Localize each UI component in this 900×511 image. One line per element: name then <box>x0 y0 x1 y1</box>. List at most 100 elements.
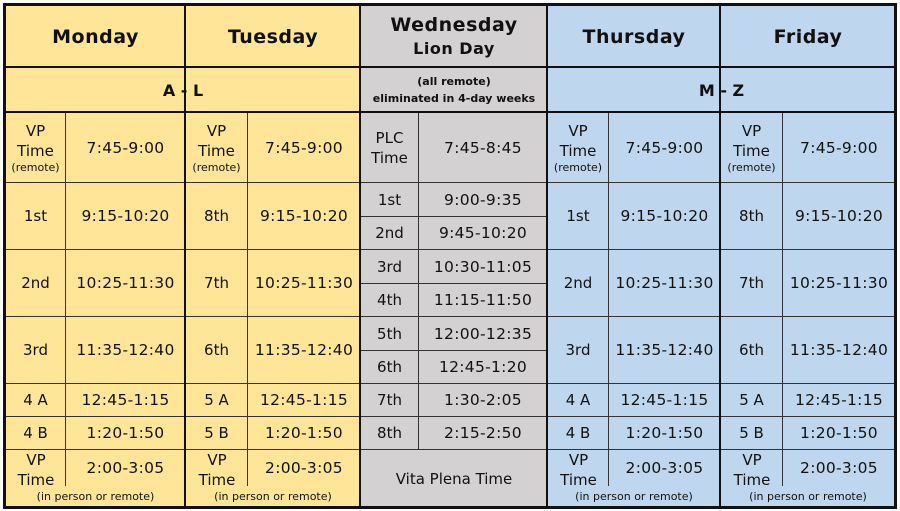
time-cell: 7:45-9:00 <box>247 112 361 183</box>
group-label: A - L <box>162 80 204 100</box>
vp-afternoon-cell: VP Time 2:00-3:05 (in person or remote) <box>5 449 186 509</box>
period-cell: 6th <box>720 316 783 384</box>
period-cell: 5 B <box>720 416 783 450</box>
period-label: 5th <box>377 324 402 343</box>
time-cell: 7:45-9:00 <box>782 112 896 183</box>
time-text: 1:30-2:05 <box>444 391 522 409</box>
period-cell: 5 A <box>720 383 783 417</box>
period-label: 4th <box>377 291 402 309</box>
period-label: 3rd <box>377 257 402 276</box>
period-label: 3rd <box>23 341 48 359</box>
time-text: 12:45-1:15 <box>81 391 170 409</box>
time-text: 9:15-10:20 <box>620 207 709 225</box>
period-cell: 1st <box>5 182 66 250</box>
time-text: 12:45-1:15 <box>259 391 349 409</box>
time-text: 7:45-9:00 <box>86 138 165 157</box>
period-cell: 7th <box>360 383 419 417</box>
vp-label: VP <box>741 122 762 140</box>
time-cell: 9:15-10:20 <box>65 182 186 250</box>
period-label: 1st <box>566 207 590 225</box>
weekly-bell-schedule: Monday Tuesday Wednesday Lion Day Thursday Fr… <box>0 0 900 511</box>
group-header-a-l: A - L <box>5 67 361 113</box>
vp-label: Time <box>198 471 236 489</box>
day-header-monday: Monday <box>5 5 186 68</box>
period-label: 6th <box>377 358 402 376</box>
period-label: 1st <box>377 190 402 209</box>
day-header-wednesday: Wednesday Lion Day <box>360 5 548 68</box>
period-label: 7th <box>204 274 229 292</box>
time-cell: 9:15-10:20 <box>782 182 896 250</box>
vp-note: (in person or remote) <box>575 490 693 503</box>
period-label: 6th <box>739 341 764 359</box>
group-header-m-z: M - Z <box>547 67 896 113</box>
table-border <box>546 3 548 509</box>
period-cell: 7th <box>720 249 783 317</box>
table-border <box>3 111 897 113</box>
table-border <box>359 3 361 509</box>
vp-label: VP <box>568 122 588 140</box>
time-cell: 12:45-1:15 <box>247 383 361 417</box>
vp-note: (in person or remote) <box>749 490 867 503</box>
time-cell: 11:35-12:40 <box>608 316 721 384</box>
vp-label: Time <box>560 471 597 489</box>
period-cell: 2nd <box>5 249 66 317</box>
vp-label: Time <box>17 142 54 160</box>
period-cell: 8th <box>360 416 419 450</box>
time-text: 2:00-3:05 <box>265 459 343 477</box>
period-cell: 7th <box>185 249 248 317</box>
day-subtitle: Lion Day <box>413 38 495 58</box>
time-cell: 7:45-9:00 <box>65 112 186 183</box>
time-cell: 12:00-12:35 <box>418 316 548 351</box>
time-text: 11:35-12:40 <box>615 341 714 359</box>
vp-label: VP <box>206 122 227 140</box>
vp-label: VP <box>25 122 46 140</box>
period-label: 2nd <box>21 274 50 292</box>
time-text: 1:20-1:50 <box>265 424 343 442</box>
time-text: 9:00-9:35 <box>444 190 522 209</box>
time-text: 11:35-12:40 <box>76 341 175 359</box>
period-label: 5 B <box>739 424 764 442</box>
vp-note: (remote) <box>727 161 776 174</box>
day-header-thursday: Thursday <box>547 5 721 68</box>
period-cell: 5 B <box>185 416 248 450</box>
vita-plena-cell: Vita Plena Time <box>360 449 548 509</box>
time-text: 2:00-3:05 <box>86 459 165 477</box>
note-line: eliminated in 4-day weeks <box>372 92 536 105</box>
period-cell: 3rd <box>547 316 609 384</box>
period-label: 4 A <box>565 391 591 409</box>
period-cell: 1st <box>360 182 419 217</box>
period-cell: PLC Time <box>360 112 419 183</box>
period-cell: 2nd <box>547 249 609 317</box>
period-label: 5 B <box>204 424 229 442</box>
time-cell: 7:45-8:45 <box>418 112 548 183</box>
period-cell: 4th <box>360 283 419 317</box>
time-text: 10:25-11:30 <box>76 274 175 292</box>
time-text: 1:20-1:50 <box>86 424 165 442</box>
time-cell: 1:20-1:50 <box>65 416 186 450</box>
time-cell: 9:15-10:20 <box>608 182 721 250</box>
period-label: 5 A <box>739 391 764 409</box>
table-border <box>894 3 897 509</box>
day-name: Tuesday <box>227 25 319 48</box>
period-cell: 5th <box>360 316 419 351</box>
time-cell: 11:35-12:40 <box>782 316 896 384</box>
time-cell: 10:25-11:30 <box>247 249 361 317</box>
time-text: 10:25-11:30 <box>789 274 889 292</box>
time-cell: 1:30-2:05 <box>418 383 548 417</box>
vp-label: VP <box>207 451 227 469</box>
period-cell: 1st <box>547 182 609 250</box>
time-text: 7:45-9:00 <box>625 138 704 157</box>
time-cell: 1:20-1:50 <box>247 416 361 450</box>
time-text: 12:45-1:15 <box>620 391 709 409</box>
time-text: 2:15-2:50 <box>444 424 522 442</box>
vp-period-cell: VP Time (remote) <box>720 112 783 183</box>
period-label: 7th <box>739 274 764 292</box>
table-border <box>3 3 897 6</box>
time-cell: 1:20-1:50 <box>608 416 721 450</box>
vp-label: Time <box>17 471 55 489</box>
table-border <box>3 3 6 509</box>
vp-label: Time <box>198 142 235 160</box>
period-label: 7th <box>377 391 402 409</box>
period-label: 5 A <box>204 391 229 409</box>
vp-label: VP <box>26 451 46 469</box>
